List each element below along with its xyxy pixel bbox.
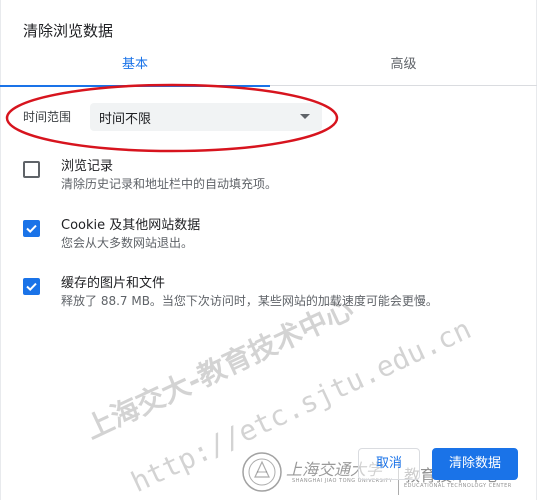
tab-basic[interactable]: 基本 xyxy=(0,52,270,87)
option-title: Cookie 及其他网站数据 xyxy=(61,218,201,233)
option-cached-images: 缓存的图片和文件 释放了 88.7 MB。当您下次访问时，某些网站的加载速度可能… xyxy=(23,272,513,312)
tab-bar: 基本 高级 xyxy=(0,52,537,87)
cache-checkbox[interactable] xyxy=(23,278,40,295)
etc-center-name-english: EDUCATIONAL TECHNOLOGY CENTER xyxy=(404,483,512,489)
option-browsing-history: 浏览记录 清除历史记录和地址栏中的自动填充项。 xyxy=(23,155,513,195)
cancel-button[interactable]: 取消 xyxy=(358,448,420,480)
option-description: 清除历史记录和地址栏中的自动填充项。 xyxy=(61,177,278,191)
clear-data-button[interactable]: 清除数据 xyxy=(432,448,518,480)
university-seal-logo xyxy=(242,452,282,492)
option-cookies: Cookie 及其他网站数据 您会从大多数网站退出。 xyxy=(23,214,513,254)
red-annotation-ellipse xyxy=(5,83,339,153)
clear-browsing-data-dialog: 清除浏览数据 基本 高级 时间范围 时间不限 浏览记录 清除历史记录和地址栏中的… xyxy=(0,0,537,500)
option-title: 缓存的图片和文件 xyxy=(61,276,166,291)
dialog-title: 清除浏览数据 xyxy=(23,22,114,40)
cookies-checkbox[interactable] xyxy=(23,220,40,237)
checkmark-icon xyxy=(26,224,37,234)
option-description: 释放了 88.7 MB。当您下次访问时，某些网站的加载速度可能会更慢。 xyxy=(61,294,438,308)
option-description: 您会从大多数网站退出。 xyxy=(61,236,194,250)
checkmark-icon xyxy=(26,282,37,292)
tab-advanced[interactable]: 高级 xyxy=(270,52,537,86)
browsing-history-checkbox[interactable] xyxy=(23,161,40,178)
option-title: 浏览记录 xyxy=(61,159,114,174)
